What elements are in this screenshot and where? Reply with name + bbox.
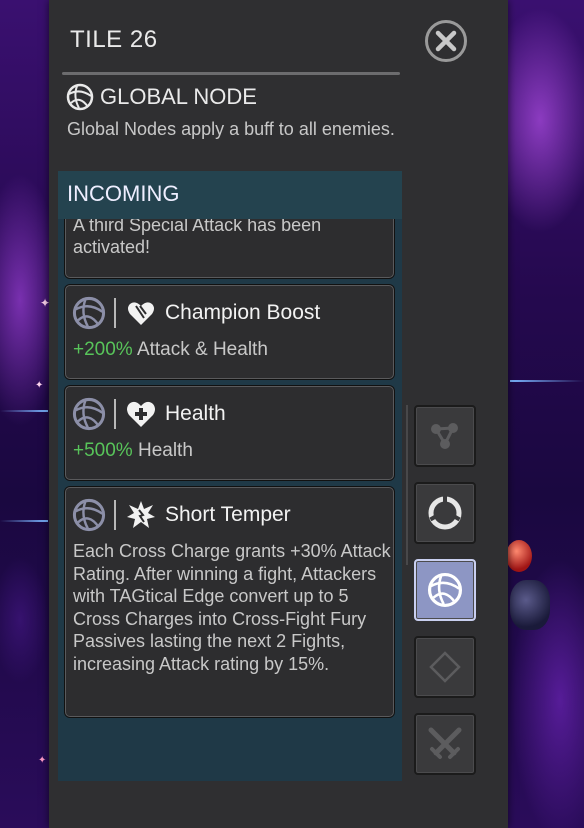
global-node-icon: [427, 572, 463, 608]
tile-info-panel: TILE 26 GLOBAL NODE Global Nodes apply a…: [49, 0, 508, 828]
asteroid: [510, 580, 550, 630]
diamond-icon: [429, 651, 461, 683]
global-node-icon: [66, 83, 94, 111]
red-planet: [506, 540, 532, 572]
buff-card-champion-boost[interactable]: Champion Boost +200% Attack & Health: [65, 285, 394, 379]
global-node-icon: [72, 296, 106, 330]
global-node-icon: [72, 498, 106, 532]
path-nodes-icon: [431, 423, 458, 449]
buff-description: Each Cross Charge grants +30% Attack Rat…: [73, 541, 391, 674]
champion-boost-icon: [128, 302, 154, 325]
buff-effect: +200% Attack & Health: [73, 339, 268, 361]
close-icon: [435, 30, 457, 52]
diamond-button[interactable]: [414, 636, 476, 698]
space-streak: [0, 520, 48, 522]
icon-separator: [114, 500, 116, 530]
icon-separator: [114, 399, 116, 429]
node-description: Global Nodes apply a buff to all enemies…: [67, 119, 395, 139]
buff-card-text: A third Special Attack has been activate…: [73, 215, 322, 257]
ring-target-icon: [428, 496, 462, 530]
sidebar-rail: [406, 405, 408, 565]
buff-effect: +500% Health: [73, 440, 193, 462]
health-cross-icon: [127, 401, 155, 427]
space-streak: [0, 410, 48, 412]
crossed-swords-button[interactable]: [414, 713, 476, 775]
buff-value: +200%: [73, 339, 133, 360]
short-temper-icon: [127, 501, 155, 528]
global-node-filter-button[interactable]: [414, 559, 476, 621]
buff-card-health[interactable]: Health +500% Health: [65, 386, 394, 480]
icon-separator: [114, 298, 116, 328]
buff-stat: Health: [137, 440, 193, 461]
global-node-icon: [72, 397, 106, 431]
space-streak: [510, 380, 584, 382]
incoming-header: INCOMING: [58, 171, 402, 219]
space-sparkle: ✦: [35, 380, 44, 391]
buff-title: Short Temper: [165, 503, 291, 526]
panel-title: TILE 26: [70, 26, 158, 53]
close-button[interactable]: [425, 20, 467, 62]
buff-value: +500%: [73, 440, 133, 461]
path-nodes-button[interactable]: [414, 405, 476, 467]
node-type-label: GLOBAL NODE: [100, 84, 257, 109]
buff-stat: Attack & Health: [136, 339, 268, 360]
ring-target-button[interactable]: [414, 482, 476, 544]
node-type-row: GLOBAL NODE: [66, 83, 257, 111]
title-divider: [62, 72, 400, 75]
buff-title: Champion Boost: [165, 301, 321, 324]
space-sparkle: ✦: [38, 755, 47, 766]
buff-card-short-temper[interactable]: Short Temper Each Cross Charge grants +3…: [65, 487, 394, 717]
incoming-section[interactable]: INCOMING A third Special Attack has been…: [58, 171, 402, 781]
buff-title: Health: [165, 402, 226, 425]
crossed-swords-icon: [428, 727, 462, 759]
